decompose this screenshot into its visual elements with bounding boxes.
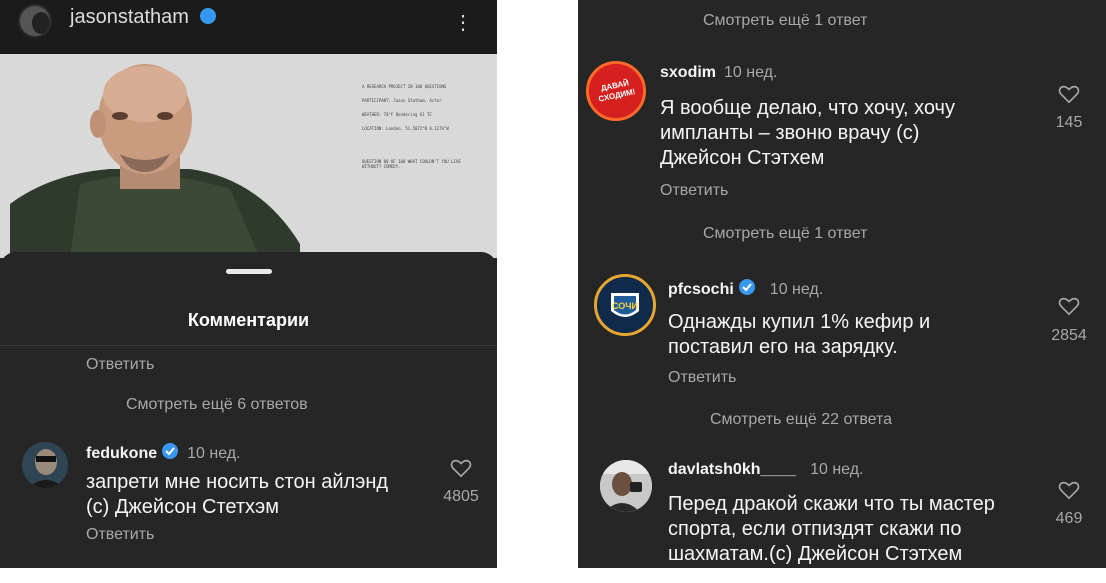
more-vertical-icon[interactable]: ⋮ bbox=[453, 10, 473, 35]
comment-text: запрети мне носить стон айлэнд (с) Джейс… bbox=[86, 470, 388, 520]
comment-line: шахматам.(с) Джейсон Стэтхем bbox=[668, 543, 963, 565]
comment-username[interactable]: fedukone bbox=[86, 445, 157, 462]
heart-icon[interactable] bbox=[1058, 480, 1080, 500]
avatar[interactable] bbox=[22, 442, 68, 488]
comment-time: 10 нед. bbox=[769, 281, 824, 298]
comment-time: 10 нед. bbox=[810, 461, 864, 478]
doc-line: WEATHER: 78°F Rendering 61 TC bbox=[362, 112, 432, 117]
avatar[interactable] bbox=[600, 460, 652, 512]
comment-text: Перед дракой скажи что ты мастер спорта,… bbox=[668, 492, 995, 567]
comment-line: (с) Джейсон Стетхэм bbox=[86, 496, 279, 518]
view-more-replies[interactable]: Смотреть ещё 22 ответа bbox=[710, 411, 892, 429]
comment-line: Джейсон Стэтхем bbox=[660, 147, 825, 169]
comment-header: pfcsochi 10 нед. bbox=[668, 278, 823, 299]
comment-header: fedukone 10 нед. bbox=[86, 442, 241, 463]
like-count: 145 bbox=[1055, 114, 1083, 131]
comment-line: импланты – звоню врачу (с) bbox=[660, 122, 920, 144]
verified-badge-icon bbox=[738, 279, 755, 295]
reply-button[interactable]: Ответить bbox=[660, 182, 728, 200]
verified-badge-icon bbox=[200, 8, 216, 24]
heart-icon[interactable] bbox=[1058, 296, 1080, 316]
comment-time: 10 нед. bbox=[187, 445, 241, 462]
comment-line: спорта, если отпиздят скажи по bbox=[668, 518, 962, 540]
left-screenshot: jasonstatham ⋮ A RESEARCH PROJECT IN 100… bbox=[0, 0, 497, 568]
comment-username[interactable]: sxodim bbox=[660, 64, 716, 81]
view-more-replies[interactable]: Смотреть ещё 1 ответ bbox=[703, 225, 867, 243]
comment-line: Перед дракой скажи что ты мастер bbox=[668, 493, 995, 515]
comment-username[interactable]: davlatsh0kh____ bbox=[668, 461, 796, 478]
avatar[interactable]: ДАВАЙ СХОДИМ! bbox=[586, 61, 646, 121]
avatar-image bbox=[22, 442, 68, 488]
view-more-replies[interactable]: Смотреть ещё 1 ответ bbox=[703, 12, 867, 30]
comment-header: sxodim 10 нед. bbox=[660, 64, 777, 82]
comments-sheet: Комментарии Ответить Смотреть ещё 6 отве… bbox=[0, 252, 497, 568]
reply-button[interactable]: Ответить bbox=[86, 356, 154, 374]
post-header: jasonstatham ⋮ bbox=[0, 0, 497, 54]
verified-badge-icon bbox=[162, 443, 179, 459]
comment-text: Я вообще делаю, что хочу, хочу импланты … bbox=[660, 96, 955, 171]
doc-line: PARTICIPANT: Jason Statham, Actor bbox=[362, 98, 442, 103]
svg-text:СОЧИ: СОЧИ bbox=[612, 301, 638, 311]
comment-line: Я вообще делаю, что хочу, хочу bbox=[660, 97, 955, 119]
reply-button[interactable]: Ответить bbox=[668, 369, 736, 387]
doc-line: LOCATION: London, 51.5072°N 0.1276°W bbox=[362, 126, 449, 131]
drag-handle[interactable] bbox=[226, 269, 272, 274]
view-more-replies[interactable]: Смотреть ещё 6 ответов bbox=[126, 396, 308, 414]
sheet-title: Комментарии bbox=[187, 310, 310, 330]
comment-line: поставил его на зарядку. bbox=[668, 336, 898, 358]
doc-line: A RESEARCH PROJECT IN 100 QUESTIONS bbox=[362, 84, 447, 89]
pfcsochi-logo: СОЧИ bbox=[597, 277, 653, 333]
avatar-image bbox=[600, 460, 652, 512]
post-image: A RESEARCH PROJECT IN 100 QUESTIONS PART… bbox=[0, 54, 497, 258]
like-count: 469 bbox=[1055, 510, 1083, 527]
post-username[interactable]: jasonstatham bbox=[70, 6, 189, 29]
person-photo bbox=[10, 54, 300, 258]
like-count: 2854 bbox=[1051, 327, 1087, 344]
comment-line: запрети мне носить стон айлэнд bbox=[86, 471, 389, 493]
profile-avatar[interactable] bbox=[18, 4, 52, 38]
research-document: A RESEARCH PROJECT IN 100 QUESTIONS PART… bbox=[362, 84, 472, 178]
comment-text: Однажды купил 1% кефир и поставил его на… bbox=[668, 310, 930, 360]
like-count: 4805 bbox=[443, 488, 479, 505]
avatar[interactable]: СОЧИ bbox=[594, 274, 656, 336]
divider bbox=[0, 345, 497, 346]
comment-username[interactable]: pfcsochi bbox=[668, 281, 734, 298]
right-screenshot: Смотреть ещё 1 ответ ДАВАЙ СХОДИМ! sxodi… bbox=[578, 0, 1106, 568]
heart-icon[interactable] bbox=[450, 458, 472, 478]
comment-line: Однажды купил 1% кефир и bbox=[668, 311, 931, 333]
doc-line: QUESTION 80 OF 100 WHAT COULDN'T YOU LIV… bbox=[362, 159, 461, 169]
reply-button[interactable]: Ответить bbox=[86, 526, 154, 544]
sxodim-logo: ДАВАЙ СХОДИМ! bbox=[589, 64, 643, 118]
heart-icon[interactable] bbox=[1058, 84, 1080, 104]
comment-header: davlatsh0kh____ 10 нед. bbox=[668, 461, 863, 479]
comment-time: 10 нед. bbox=[724, 64, 778, 81]
